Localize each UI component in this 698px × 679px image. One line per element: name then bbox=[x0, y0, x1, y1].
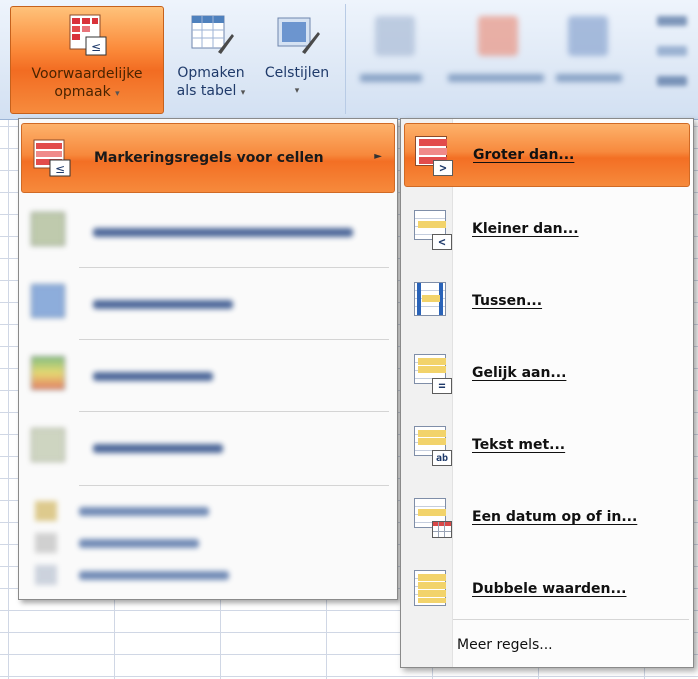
more-rules-link[interactable]: Meer regels... bbox=[457, 637, 553, 653]
menu-item-highlight-rules[interactable]: ≤ Markeringsregels voor cellen ► bbox=[21, 123, 395, 193]
more-rules-label: Meer regels... bbox=[457, 637, 553, 653]
submenu-item-label: Kleiner dan... bbox=[472, 221, 579, 237]
highlight-rules-submenu: > Groter dan... < Kleiner dan... Tussen.… bbox=[400, 118, 694, 668]
highlight-rules-icon: ≤ bbox=[32, 138, 72, 178]
cell-styles-label: Celstijlen bbox=[264, 65, 330, 81]
submenu-item-text-contains[interactable]: ab Tekst met... bbox=[404, 413, 690, 477]
data-bars-icon bbox=[31, 284, 71, 324]
submenu-separator bbox=[453, 619, 689, 620]
submenu-item-label: Een datum op of in... bbox=[472, 509, 638, 525]
submenu-arrow-icon: ► bbox=[374, 151, 382, 162]
submenu-item-label: Dubbele waarden... bbox=[472, 581, 627, 597]
submenu-item-between[interactable]: Tussen... bbox=[404, 269, 690, 333]
greater-than-icon: > bbox=[413, 134, 453, 176]
between-icon bbox=[412, 280, 452, 322]
conditional-formatting-label-2: opmaak ▾ bbox=[54, 84, 120, 100]
conditional-formatting-menu: ≤ Markeringsregels voor cellen ► bbox=[18, 118, 398, 600]
conditional-formatting-icon: ≤ bbox=[64, 13, 110, 59]
less-than-icon: < bbox=[412, 208, 452, 250]
cell-styles-caret: ▾ bbox=[294, 86, 300, 96]
submenu-item-label: Gelijk aan... bbox=[472, 365, 567, 381]
duplicate-values-icon bbox=[412, 568, 452, 610]
submenu-item-date-occurring[interactable]: Een datum op of in... bbox=[404, 485, 690, 549]
submenu-item-label: Groter dan... bbox=[473, 147, 575, 163]
ribbon: ≤ Voorwaardelijke opmaak ▾ Opmaken als t… bbox=[0, 0, 698, 120]
date-occurring-icon bbox=[412, 496, 452, 538]
blurred-footer-items bbox=[31, 495, 391, 595]
menu-item-blurred-4[interactable] bbox=[21, 413, 395, 483]
ribbon-separator bbox=[345, 4, 346, 114]
text-contains-icon: ab bbox=[412, 424, 452, 466]
menu-item-label: Markeringsregels voor cellen bbox=[94, 150, 324, 166]
color-scales-icon bbox=[31, 356, 71, 396]
submenu-item-equal-to[interactable]: = Gelijk aan... bbox=[404, 341, 690, 405]
blurred-right-tools bbox=[645, 0, 698, 120]
submenu-item-label: Tussen... bbox=[472, 293, 543, 309]
format-as-table-icon bbox=[188, 12, 234, 58]
conditional-formatting-button[interactable]: ≤ Voorwaardelijke opmaak ▾ bbox=[10, 6, 164, 114]
menu-item-blurred-1[interactable] bbox=[21, 197, 395, 267]
icon-sets-icon bbox=[31, 428, 71, 468]
cell-styles-icon bbox=[274, 12, 320, 58]
blurred-ribbon-group bbox=[350, 0, 640, 120]
top-bottom-rules-icon bbox=[31, 212, 71, 252]
submenu-item-greater-than[interactable]: > Groter dan... bbox=[404, 123, 690, 187]
cell-styles-button[interactable]: Celstijlen ▾ bbox=[256, 6, 338, 114]
menu-item-blurred-3[interactable] bbox=[21, 341, 395, 411]
menu-item-blurred-2[interactable] bbox=[21, 269, 395, 339]
equal-to-icon: = bbox=[412, 352, 452, 394]
format-as-table-label-1: Opmaken bbox=[177, 65, 245, 81]
submenu-item-duplicate-values[interactable]: Dubbele waarden... bbox=[404, 557, 690, 621]
svg-text:≤: ≤ bbox=[55, 162, 65, 176]
conditional-formatting-label-1: Voorwaardelijke bbox=[31, 66, 143, 82]
format-as-table-button[interactable]: Opmaken als tabel ▾ bbox=[168, 6, 254, 114]
format-as-table-label-2: als tabel ▾ bbox=[176, 83, 246, 99]
svg-text:≤: ≤ bbox=[91, 40, 101, 54]
submenu-item-less-than[interactable]: < Kleiner dan... bbox=[404, 197, 690, 261]
submenu-item-label: Tekst met... bbox=[472, 437, 566, 453]
